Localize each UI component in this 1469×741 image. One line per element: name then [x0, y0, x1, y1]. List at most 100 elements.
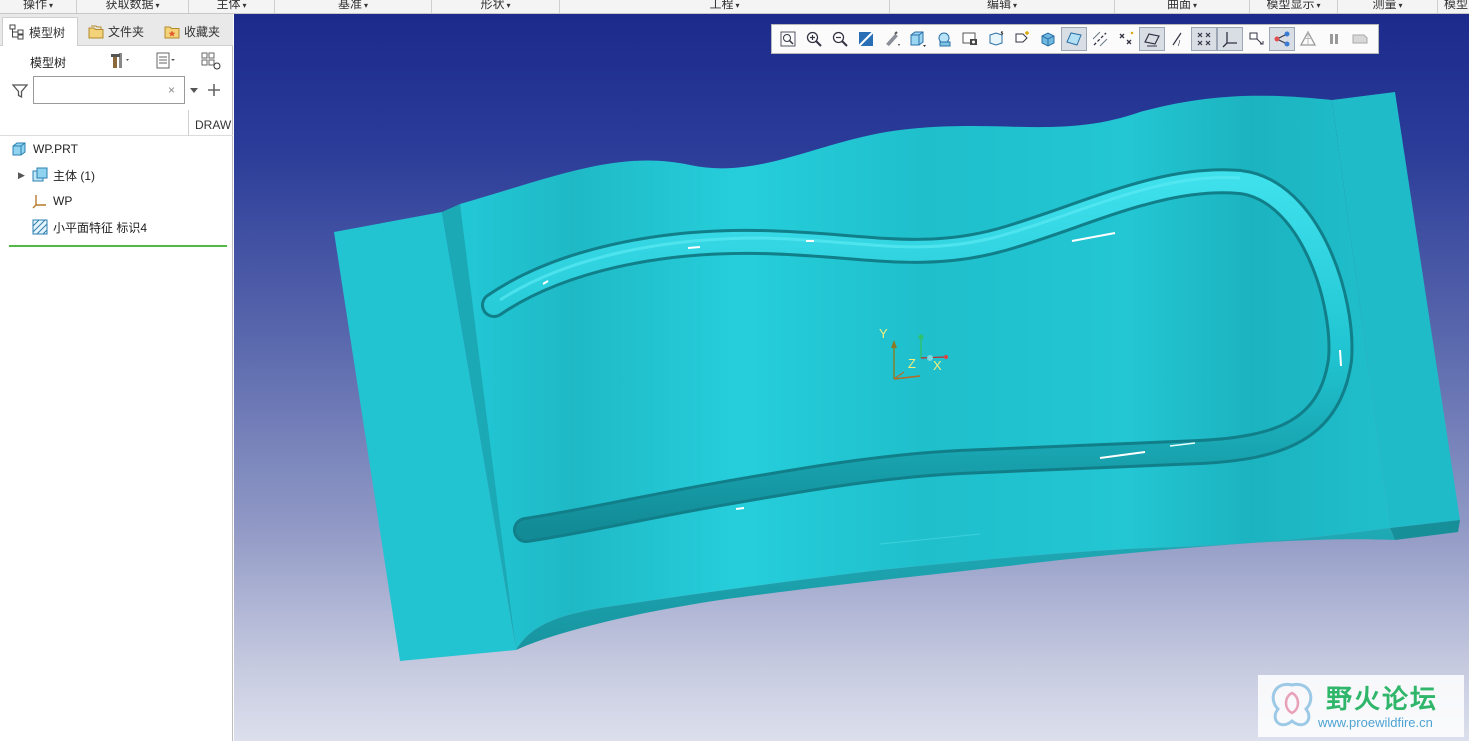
- tree-column-header: DRAW: [0, 110, 233, 136]
- insert-here-indicator[interactable]: [9, 245, 227, 247]
- facet-feature-icon: [32, 219, 48, 235]
- repaint-icon: [858, 31, 874, 47]
- part-icon: [12, 142, 26, 156]
- pause-icon: [1330, 34, 1338, 44]
- axis-tag-display-toggle[interactable]: /: [1165, 27, 1191, 51]
- column-header-label[interactable]: DRAW: [195, 118, 231, 132]
- axis-display-icon: [1092, 31, 1108, 47]
- repaint-button[interactable]: [853, 27, 879, 51]
- ribbon-group-editing[interactable]: 编辑 ▾: [890, 0, 1115, 13]
- triad-x-label: X: [933, 358, 942, 373]
- model-tree-display-icon: [1274, 31, 1290, 47]
- chevron-down-icon: ▾: [242, 1, 247, 10]
- appearance-button[interactable]: [1035, 27, 1061, 51]
- tree-search-input[interactable]: [33, 76, 185, 104]
- saved-orientations-icon: [910, 31, 926, 47]
- ribbon-group-surfaces[interactable]: 曲面 ▾: [1115, 0, 1250, 13]
- favorites-icon: [164, 26, 180, 38]
- saved-orientations-button[interactable]: [905, 27, 931, 51]
- zoom-in-button[interactable]: [801, 27, 827, 51]
- plane-tag-display-toggle[interactable]: [1139, 27, 1165, 51]
- chevron-down-icon: ▾: [735, 1, 740, 10]
- graphics-window[interactable]: Y Z X: [234, 14, 1469, 741]
- chevron-down-icon[interactable]: [189, 86, 199, 94]
- triad-z-label: Z: [908, 356, 916, 371]
- tree-item-facet-feature[interactable]: 小平面特征 标识4: [0, 216, 230, 238]
- forum-watermark: 野火论坛 www.proewildfire.cn: [1258, 675, 1464, 737]
- spin-center-toggle[interactable]: [1243, 27, 1269, 51]
- appearance-icon: [1041, 32, 1055, 47]
- display-style-button[interactable]: [879, 27, 905, 51]
- ribbon-group-body[interactable]: 主体 ▾: [189, 0, 275, 13]
- axis-tag-display-icon: /: [1172, 32, 1182, 48]
- ribbon-group-model-display[interactable]: 模型显示 ▾: [1250, 0, 1338, 13]
- navigator-panel: 模型树 文件夹 收藏夹 模型树 × DRAW WP.PRT ▶ 主体 (1) W…: [0, 14, 233, 741]
- chevron-down-icon: ▾: [1013, 1, 1018, 10]
- axis-display-toggle[interactable]: [1087, 27, 1113, 51]
- ribbon-group-label: 获取数据: [105, 0, 154, 11]
- column-divider[interactable]: [188, 110, 189, 136]
- plane-tag-display-icon: [1144, 33, 1160, 47]
- ribbon-group-label: 模型显示: [1266, 0, 1315, 11]
- annotation-display-button[interactable]: [1009, 27, 1035, 51]
- triad-y-label: Y: [879, 326, 888, 341]
- ribbon-group-get-data[interactable]: 获取数据 ▾: [77, 0, 189, 13]
- folder-icon: [88, 25, 104, 38]
- perspective-view-button[interactable]: [957, 27, 983, 51]
- spin-center-icon: [1249, 32, 1264, 45]
- ribbon-group-model[interactable]: 模型: [1438, 0, 1469, 13]
- tree-item-part[interactable]: WP.PRT: [0, 138, 230, 160]
- tab-model-tree[interactable]: 模型树: [2, 17, 78, 46]
- tree-settings-icon[interactable]: [110, 51, 132, 71]
- filter-row: ×: [0, 76, 233, 108]
- ribbon-group-shapes[interactable]: 形状 ▾: [432, 0, 560, 13]
- tree-item-label: WP: [53, 194, 73, 208]
- tree-columns-icon[interactable]: [200, 51, 222, 71]
- pause-button[interactable]: [1321, 27, 1347, 51]
- refit-button[interactable]: [775, 27, 801, 51]
- ribbon-group-operations[interactable]: 操作 ▾: [0, 0, 77, 13]
- cad-model-render: [334, 92, 1460, 661]
- clear-search-icon[interactable]: ×: [168, 83, 175, 97]
- tab-folder[interactable]: 文件夹: [82, 17, 152, 46]
- triangle-display-toggle[interactable]: [1295, 27, 1321, 51]
- perspective-view-icon: [962, 32, 977, 45]
- ribbon-group-label: 曲面: [1166, 0, 1191, 11]
- chevron-down-icon: ▾: [1398, 1, 1403, 10]
- csys-display-toggle[interactable]: [1217, 27, 1243, 51]
- point-display-icon: [1119, 31, 1134, 45]
- tab-label: 模型树: [29, 25, 66, 40]
- tree-toolbar: 模型树: [0, 46, 233, 76]
- ribbon-group-datum[interactable]: 基准 ▾: [275, 0, 432, 13]
- display-style-icon: [886, 31, 900, 46]
- filter-icon[interactable]: [11, 82, 29, 100]
- refit-icon: [780, 31, 796, 47]
- tree-item-body[interactable]: ▶ 主体 (1): [0, 164, 230, 186]
- csys-display-icon: [1222, 32, 1237, 48]
- point-display-toggle[interactable]: [1113, 27, 1139, 51]
- coordinate-system-icon: [32, 195, 46, 209]
- section-button[interactable]: [983, 27, 1009, 51]
- add-filter-icon[interactable]: [206, 82, 222, 98]
- stop-button[interactable]: [1347, 27, 1373, 51]
- tree-item-csys[interactable]: WP: [0, 190, 230, 212]
- show-menu-icon[interactable]: [155, 51, 177, 71]
- ribbon-group-label: 主体: [216, 0, 241, 11]
- expand-arrow-icon[interactable]: ▶: [18, 170, 25, 181]
- ribbon-group-engineering[interactable]: 工程 ▾: [560, 0, 890, 13]
- triangle-display-icon: [1299, 30, 1317, 46]
- plane-display-toggle[interactable]: [1061, 27, 1087, 51]
- point-tag-display-toggle[interactable]: [1191, 27, 1217, 51]
- ribbon-group-label: 形状: [480, 0, 505, 11]
- zoom-out-button[interactable]: [827, 27, 853, 51]
- zoom-out-icon: [832, 31, 848, 47]
- view-manager-button[interactable]: [931, 27, 957, 51]
- model-tree-display-toggle[interactable]: [1269, 27, 1295, 51]
- ribbon-group-measure[interactable]: 测量 ▾: [1338, 0, 1438, 13]
- tab-favorites[interactable]: 收藏夹: [158, 17, 232, 46]
- ribbon-group-label: 操作: [22, 0, 47, 11]
- ribbon-group-label: 基准: [337, 0, 362, 11]
- tree-item-label: 小平面特征 标识4: [53, 220, 148, 235]
- watermark-logo: [1271, 682, 1313, 727]
- chevron-down-icon: ▾: [1316, 1, 1321, 10]
